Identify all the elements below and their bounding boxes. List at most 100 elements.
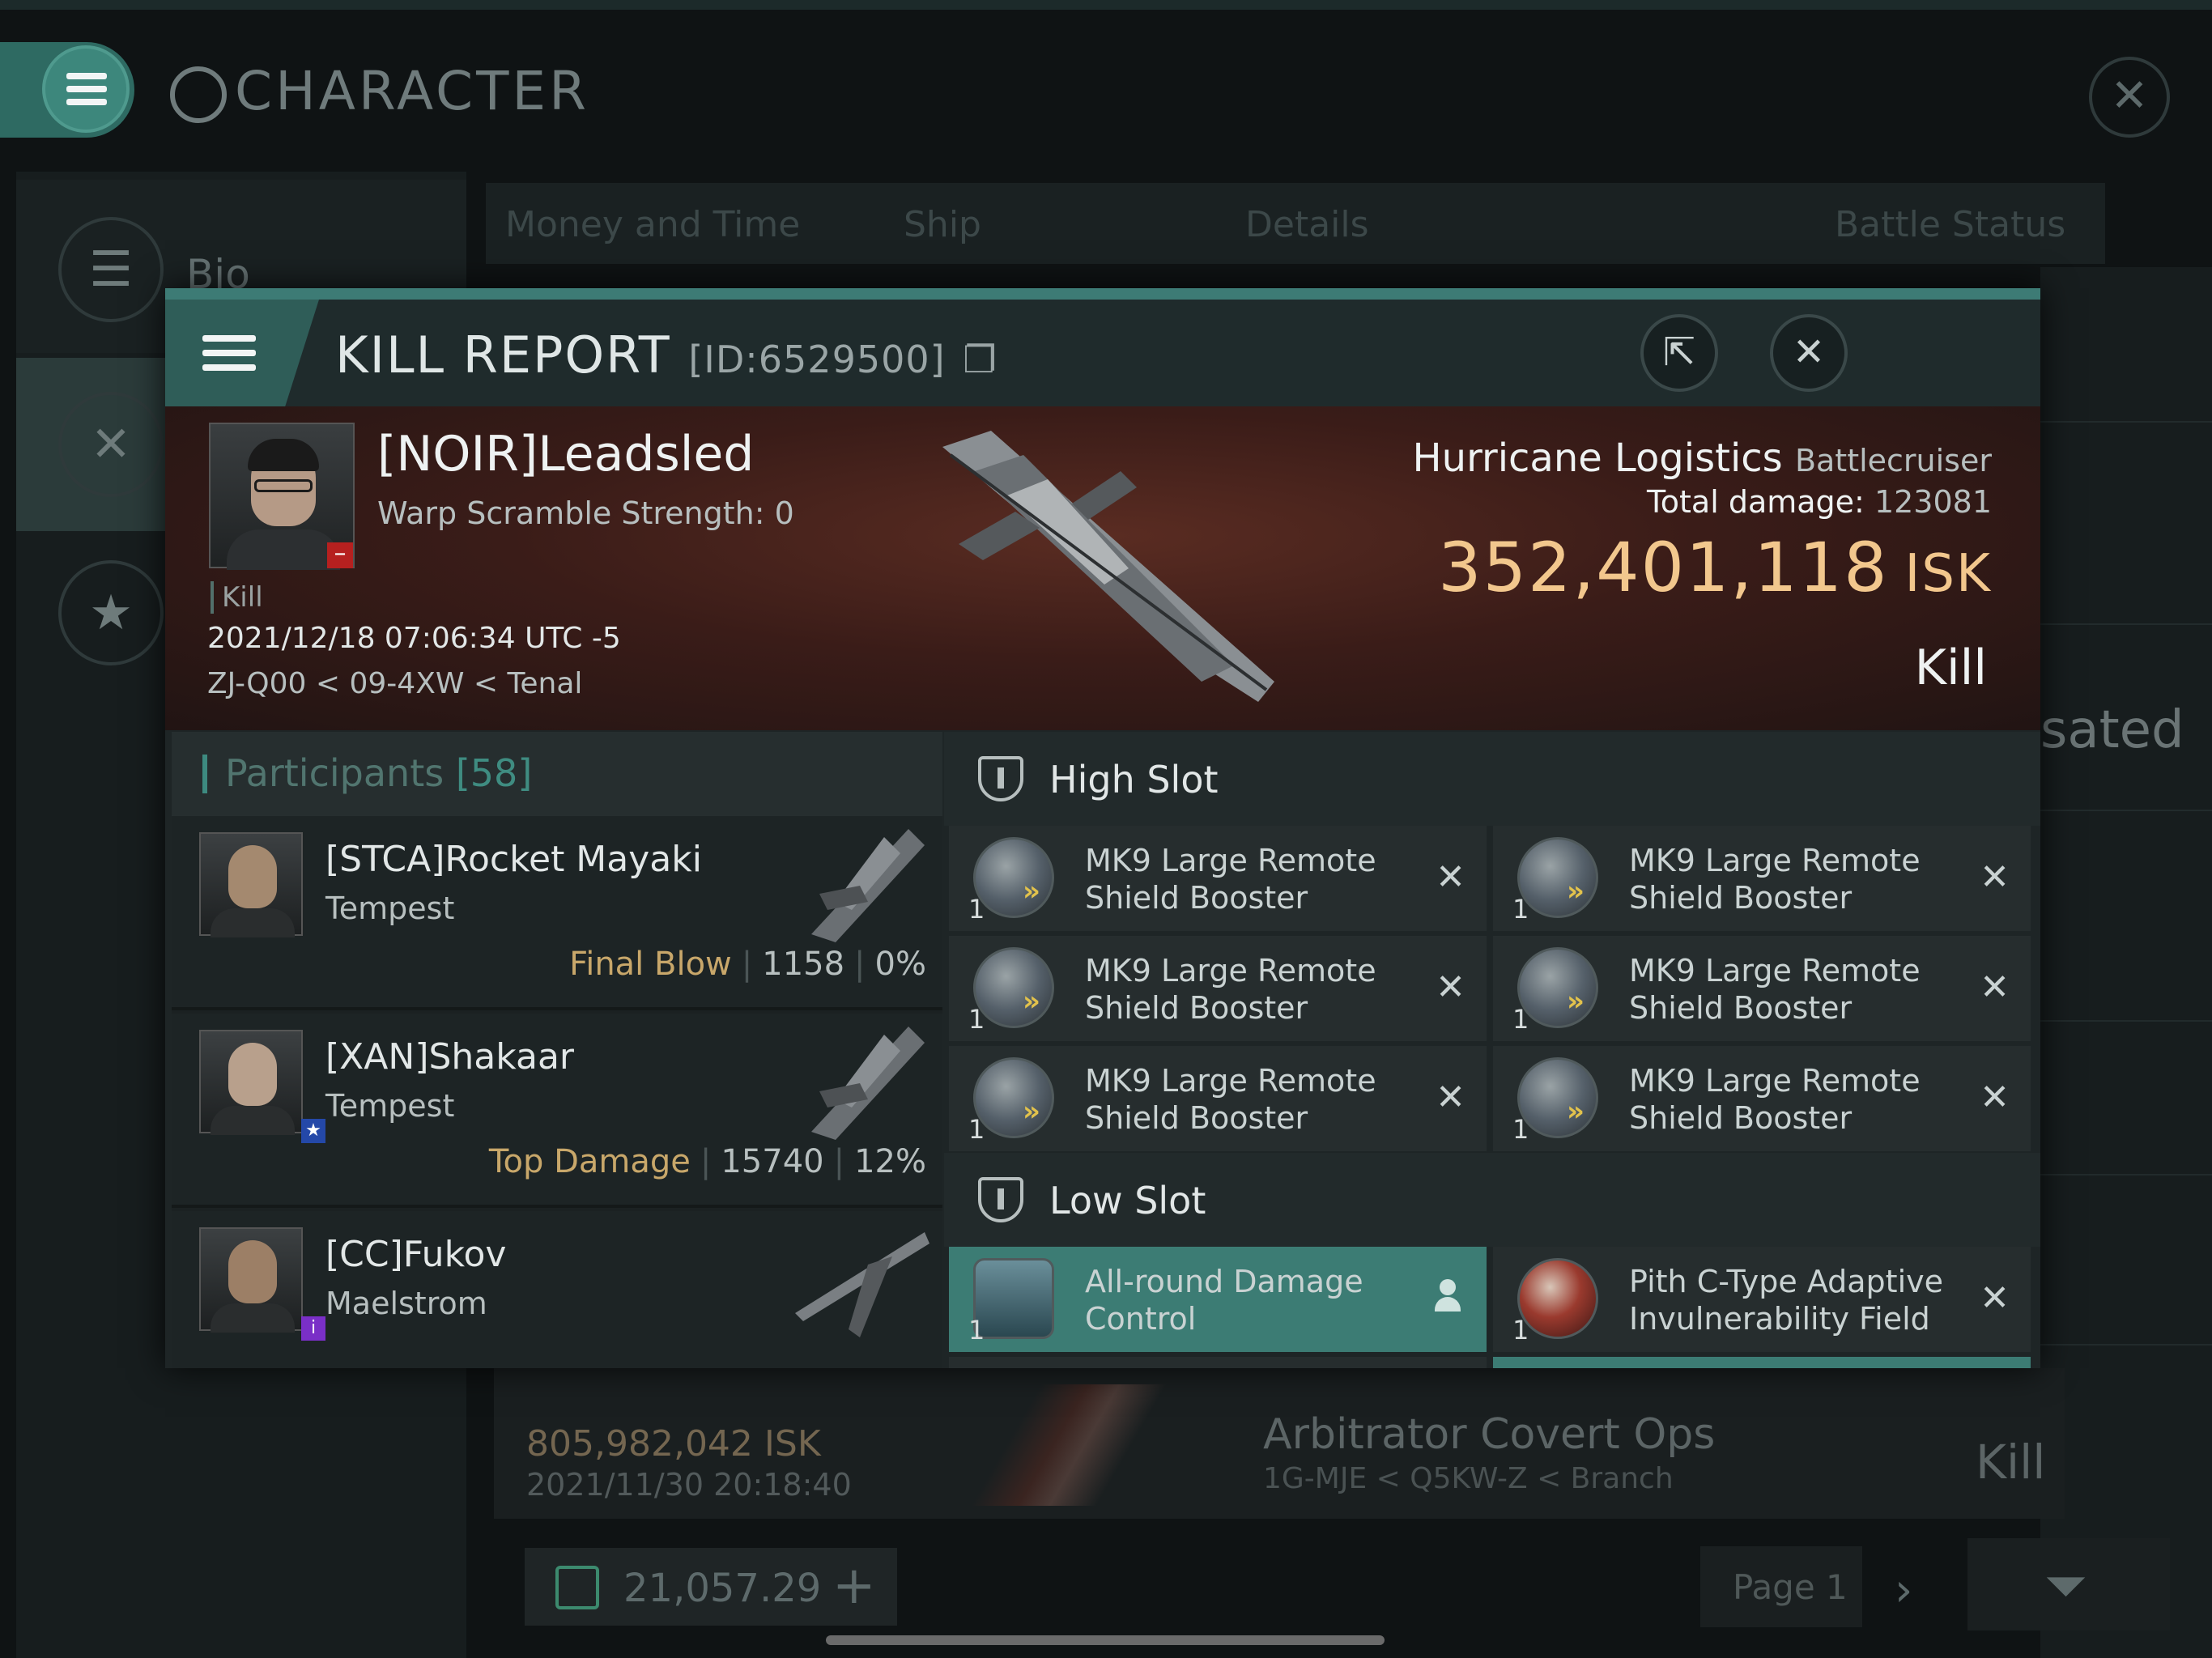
participant-ship: Tempest	[325, 891, 455, 926]
low-slot-header: Low Slot	[944, 1153, 2040, 1247]
close-button[interactable]: ✕	[1770, 314, 1848, 392]
participant-portrait	[199, 1030, 303, 1135]
ship-name: Arbitrator Covert Ops	[1263, 1410, 1716, 1459]
kill-tag: Kill	[211, 581, 263, 614]
page-indicator: Page 1	[1700, 1546, 1862, 1627]
damage-control-icon	[973, 1258, 1054, 1339]
plex-icon	[555, 1566, 599, 1609]
tab-money-and-time[interactable]: Money and Time	[505, 204, 800, 245]
victim-ship-name[interactable]: Hurricane Logistics Battlecruiser	[1413, 436, 1992, 481]
ship-thumbnail	[947, 1384, 1190, 1506]
warp-scramble-strength: Warp Scramble Strength: 0	[377, 495, 794, 531]
kill-id: [ID:6529500]	[688, 338, 946, 381]
crossed-swords-icon: ✕	[58, 392, 164, 497]
participants-panel: Participants [58] [STCA]Rocket Mayaki Te…	[172, 732, 942, 1368]
participant-name: [CC]Fukov	[325, 1234, 507, 1275]
page-title: CHARACTER	[170, 60, 589, 123]
purple-standing-icon: i	[301, 1316, 325, 1341]
next-page-button[interactable]: ›	[1895, 1564, 1912, 1617]
high-slot-icon	[978, 756, 1023, 801]
add-funds-button[interactable]: +	[832, 1556, 876, 1616]
module-slot-partial[interactable]	[1493, 1357, 2031, 1368]
participant-ship-render	[795, 1232, 929, 1337]
shield-booster-icon: »	[1517, 837, 1598, 918]
kill-date: 2021/11/30 20:18:40	[526, 1467, 852, 1503]
destroyed-icon: ✕	[1980, 967, 2010, 1008]
participant-portrait	[199, 1227, 303, 1333]
participants-header: Participants [58]	[172, 732, 942, 816]
module-slot[interactable]: » 1 MK9 Large Remote Shield Booster ✕	[949, 1046, 1487, 1151]
module-name: MK9 Large Remote Shield Booster	[1629, 953, 1921, 1026]
character-logo-icon	[170, 66, 227, 123]
module-slot[interactable]: » 1 MK9 Large Remote Shield Booster ✕	[949, 936, 1487, 1041]
participant-ship: Maelstrom	[325, 1286, 487, 1321]
wallet-bar: 21,057.29 +	[525, 1548, 897, 1626]
shield-booster-icon: »	[973, 837, 1054, 918]
tab-ship[interactable]: Ship	[904, 204, 981, 245]
victim-name[interactable]: [NOIR]Leadsled	[377, 426, 754, 483]
kill-report-modal: KILL REPORT [ID:6529500] ❐ ⇱ ✕ – [NOIR]L…	[165, 288, 2040, 1368]
hamburger-icon	[45, 49, 126, 130]
background-tab-bar: Money and Time Ship Details Battle Statu…	[486, 183, 2105, 264]
module-name: MK9 Large Remote Shield Booster	[1085, 843, 1376, 916]
participant-ship-render	[811, 829, 925, 942]
star-icon: ★	[58, 560, 164, 665]
filter-button[interactable]: ⏷	[1967, 1538, 2170, 1630]
destroyed-icon: ✕	[1436, 857, 1465, 898]
share-button[interactable]: ⇱	[1640, 314, 1718, 392]
participant-row[interactable]: [STCA]Rocket Mayaki Tempest Final Blow | 1…	[172, 816, 942, 1010]
participant-ship: Tempest	[325, 1088, 455, 1124]
filter-icon: ⏷	[2044, 1554, 2087, 1617]
modal-menu-button[interactable]	[165, 300, 319, 406]
module-name: All-round Damage Control	[1085, 1264, 1363, 1337]
modal-header: KILL REPORT [ID:6529500] ❐ ⇱ ✕	[165, 300, 2040, 406]
module-quantity: 1	[1512, 1315, 1529, 1346]
module-slot[interactable]: » 1 MK9 Large Remote Shield Booster ✕	[1493, 826, 2031, 931]
blue-standing-icon: ★	[301, 1119, 325, 1143]
module-slot[interactable]: 1 All-round Damage Control	[949, 1247, 1487, 1352]
shield-booster-icon: »	[1517, 1057, 1598, 1138]
tab-battle-status[interactable]: Battle Status	[1835, 204, 2065, 245]
participant-row[interactable]: ★ [XAN]Shakaar Tempest Top Damage | 15740 |…	[172, 1014, 942, 1208]
destroyed-icon: ✕	[1436, 1077, 1465, 1118]
module-quantity: 1	[968, 1315, 985, 1346]
modal-title: KILL REPORT [ID:6529500] ❐	[335, 325, 998, 385]
participant-name: [XAN]Shakaar	[325, 1036, 574, 1078]
invulnerability-field-icon	[1517, 1258, 1598, 1339]
dropped-to-owner-icon	[1433, 1279, 1462, 1315]
victim-ship-render	[942, 431, 1274, 702]
home-indicator[interactable]	[826, 1635, 1385, 1645]
partial-status-text: sated	[2040, 700, 2184, 760]
participant-stats: Final Blow | 1158 | 0%	[569, 946, 926, 983]
module-slot[interactable]: » 1 MK9 Large Remote Shield Booster ✕	[1493, 1046, 2031, 1151]
destroyed-icon: ✕	[1980, 1077, 2010, 1118]
list-item[interactable]: 805,982,042 ISK 2021/11/30 20:18:40 Arbi…	[494, 1368, 2065, 1519]
kill-location[interactable]: ZJ-Q00 < 09-4XW < Tenal	[207, 667, 582, 700]
total-damage: Total damage: 123081	[1647, 484, 1992, 520]
participant-row[interactable]: i [CC]Fukov Maelstrom	[172, 1211, 942, 1368]
tab-details[interactable]: Details	[1245, 204, 1369, 245]
hamburger-icon	[202, 335, 256, 342]
module-slot[interactable]: 1 Pith C-Type Adaptive Invulnerability F…	[1493, 1247, 2031, 1352]
low-slot-icon	[978, 1177, 1023, 1222]
module-quantity: 1	[968, 1004, 985, 1035]
kill-result: Kill	[1914, 640, 1987, 696]
kill-location: 1G-MJE < Q5KW-Z < Branch	[1263, 1462, 1674, 1495]
top-status-strip	[0, 0, 2212, 10]
main-menu-button[interactable]	[0, 42, 134, 138]
close-app-button[interactable]: ✕	[2089, 57, 2170, 138]
wallet-amount: 21,057.29	[623, 1566, 822, 1611]
participant-name: [STCA]Rocket Mayaki	[325, 839, 702, 880]
module-slot[interactable]: » 1 MK9 Large Remote Shield Booster ✕	[949, 826, 1487, 931]
participant-stats: Top Damage | 15740 | 12%	[488, 1143, 926, 1180]
shield-booster-icon: »	[1517, 947, 1598, 1028]
module-slot[interactable]: » 1 MK9 Large Remote Shield Booster ✕	[1493, 936, 2031, 1041]
menu-icon: ☰	[58, 217, 164, 322]
copy-icon[interactable]: ❐	[963, 338, 997, 381]
participant-ship-render	[811, 1027, 925, 1140]
shield-booster-icon: »	[973, 947, 1054, 1028]
negative-standing-icon: –	[327, 542, 353, 568]
module-name: MK9 Large Remote Shield Booster	[1085, 953, 1376, 1026]
module-slot-partial[interactable]	[949, 1357, 1487, 1368]
module-quantity: 1	[1512, 1004, 1529, 1035]
